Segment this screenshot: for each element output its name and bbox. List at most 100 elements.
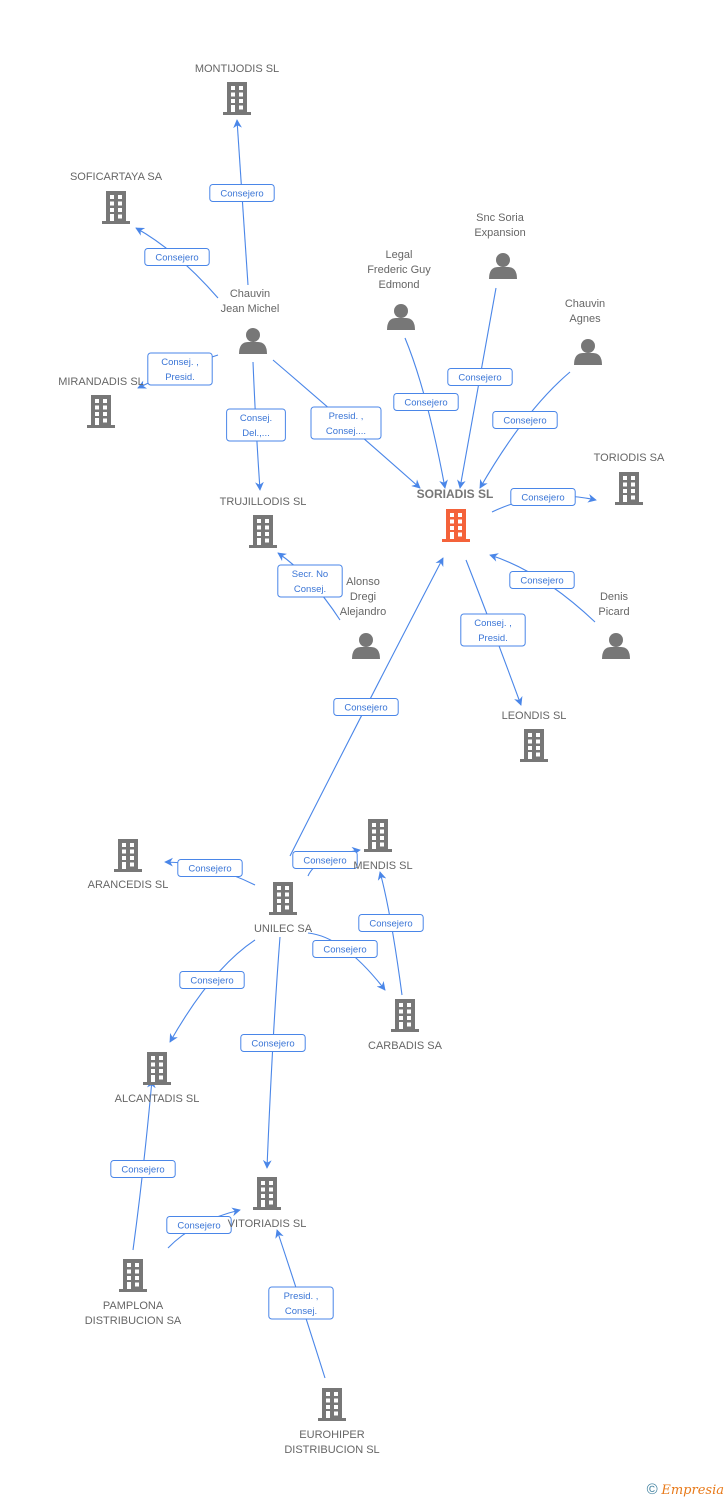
edge-label[interactable]: Consejero: [240, 1034, 306, 1052]
edge-snc-soriadis: [457, 287, 497, 489]
edge-label-text: Consejero: [369, 919, 412, 930]
edge-label[interactable]: Consejero: [166, 1216, 232, 1234]
node-label: ARANCEDIS SL: [88, 879, 169, 891]
node-montijodis[interactable]: MONTIJODIS SL: [195, 63, 279, 115]
node-arancedis[interactable]: ARANCEDIS SL: [88, 839, 169, 891]
person-icon: [574, 339, 602, 365]
building-icon: [318, 1388, 346, 1421]
person-icon: [387, 304, 415, 330]
edge-label[interactable]: Presid. , Consej....: [310, 406, 382, 440]
edge-label[interactable]: Consejero: [509, 571, 575, 589]
node-label: SOFICARTAYA SA: [70, 171, 163, 183]
edge-unilec-alcantadis: [169, 939, 256, 1043]
edge-label[interactable]: Consej. Del.,...: [226, 408, 286, 442]
edge-label[interactable]: Presid. , Consej.: [268, 1286, 334, 1320]
edge-label-text: Consejero: [121, 1165, 164, 1176]
node-label: TRUJILLODIS SL: [220, 496, 307, 508]
edge-chauvin_jm-montijodis: [233, 119, 249, 286]
building-icon: [391, 999, 419, 1032]
edge-label-text: Consej.: [240, 413, 272, 424]
edge-label-text: Presid.: [478, 633, 508, 644]
edge-label[interactable]: Consej. , Presid.: [147, 352, 213, 386]
edge-label[interactable]: Consejero: [393, 393, 459, 411]
edge-label[interactable]: Consej. , Presid.: [460, 613, 526, 647]
node-label: MENDIS SL: [353, 860, 412, 872]
edge-carbadis-mendis: [377, 871, 403, 996]
edge-label[interactable]: Consejero: [179, 971, 245, 989]
copyright-icon: ©: [646, 1481, 658, 1498]
edge-label[interactable]: Consejero: [492, 411, 558, 429]
edge-label-text: Consej.: [294, 584, 326, 595]
edge-label[interactable]: Consejero: [144, 248, 210, 266]
edge-label[interactable]: Consejero: [447, 368, 513, 386]
edge-label-text: Presid. ,: [329, 411, 364, 422]
node-label: PAMPLONA: [103, 1300, 164, 1312]
building-icon: [87, 395, 115, 428]
node-chauvin_jm[interactable]: Chauvin Jean Michel: [221, 288, 280, 354]
building-icon: [269, 882, 297, 915]
node-label: VITORIADIS SL: [228, 1218, 307, 1230]
edge-label-text: Presid.: [165, 372, 195, 383]
edge-label[interactable]: Consejero: [358, 914, 424, 932]
edge-label-text: Consejero: [344, 703, 387, 714]
node-label: Denis: [600, 591, 629, 603]
node-mirandadis[interactable]: MIRANDADIS SL: [58, 376, 144, 428]
person-icon: [489, 253, 517, 279]
building-icon: [143, 1052, 171, 1085]
node-leondis[interactable]: LEONDIS SL: [502, 710, 567, 762]
node-label: MIRANDADIS SL: [58, 376, 144, 388]
node-mendis[interactable]: MENDIS SL: [353, 819, 413, 872]
edge-unilec-vitoriadis: [262, 936, 281, 1169]
edge-chauvin_a-soriadis: [479, 371, 571, 489]
edge-label-text: Secr. No: [292, 569, 328, 580]
edge-label[interactable]: Consejero: [177, 859, 243, 877]
edge-label-text: Consejero: [155, 253, 198, 264]
building-icon: [114, 839, 142, 872]
building-icon: [253, 1177, 281, 1210]
person-icon: [352, 633, 380, 659]
edge-legal-soriadis: [404, 337, 448, 489]
node-soriadis[interactable]: SORIADIS SL: [417, 487, 494, 542]
edge-label-text: Consejero: [220, 189, 263, 200]
edge-label[interactable]: Consejero: [510, 488, 576, 506]
node-eurohiper[interactable]: EUROHIPER DISTRIBUCION SL: [284, 1388, 380, 1456]
edge-label-text: Consej.: [285, 1306, 317, 1317]
node-label: Edmond: [379, 279, 420, 291]
node-alcantadis[interactable]: ALCANTADIS SL: [115, 1052, 200, 1105]
building-icon: [223, 82, 251, 115]
node-label: DISTRIBUCION SA: [85, 1315, 182, 1327]
edge-label-text: Consej. ,: [161, 357, 199, 368]
edge-label-text: Consejero: [251, 1039, 294, 1050]
node-carbadis[interactable]: CARBADIS SA: [368, 999, 443, 1052]
building-icon: [119, 1259, 147, 1292]
edge-label[interactable]: Consejero: [312, 940, 378, 958]
edge-label[interactable]: Secr. No Consej.: [277, 564, 343, 598]
node-trujillodis[interactable]: TRUJILLODIS SL: [220, 496, 307, 548]
node-alonso[interactable]: Alonso Dregi Alejandro: [340, 576, 386, 659]
node-pamplona[interactable]: PAMPLONA DISTRIBUCION SA: [85, 1259, 182, 1327]
node-label: Alejandro: [340, 606, 386, 618]
node-snc[interactable]: Snc Soria Expansion: [474, 212, 526, 279]
node-label: UNILEC SA: [254, 923, 313, 935]
edge-label-text: Consejero: [503, 416, 546, 427]
node-unilec[interactable]: UNILEC SA: [254, 882, 313, 935]
building-icon: [364, 819, 392, 852]
network-diagram: Consejero Consejero Consej. , Presid. Consej…: [58, 63, 665, 1456]
node-label: Picard: [598, 606, 629, 618]
building-icon: [442, 509, 470, 542]
node-denis[interactable]: Denis Picard: [598, 591, 630, 659]
node-vitoriadis[interactable]: VITORIADIS SL: [228, 1177, 307, 1230]
edge-label[interactable]: Consejero: [209, 184, 275, 202]
node-chauvin_a[interactable]: Chauvin Agnes: [565, 298, 605, 365]
edge-label[interactable]: Consejero: [333, 698, 399, 716]
node-legal[interactable]: Legal Frederic Guy Edmond: [367, 249, 431, 330]
edge-label-text: Consejero: [190, 976, 233, 987]
footer-brand[interactable]: © Empresia: [647, 1481, 724, 1498]
edge-label[interactable]: Consejero: [110, 1160, 176, 1178]
edge-label-text: Consejero: [177, 1221, 220, 1232]
node-soficartaya[interactable]: SOFICARTAYA SA: [70, 171, 163, 224]
edge-label[interactable]: Consejero: [292, 851, 358, 869]
node-label: Chauvin: [565, 298, 605, 310]
node-toriodis[interactable]: TORIODIS SA: [594, 452, 665, 505]
building-icon: [102, 191, 130, 224]
